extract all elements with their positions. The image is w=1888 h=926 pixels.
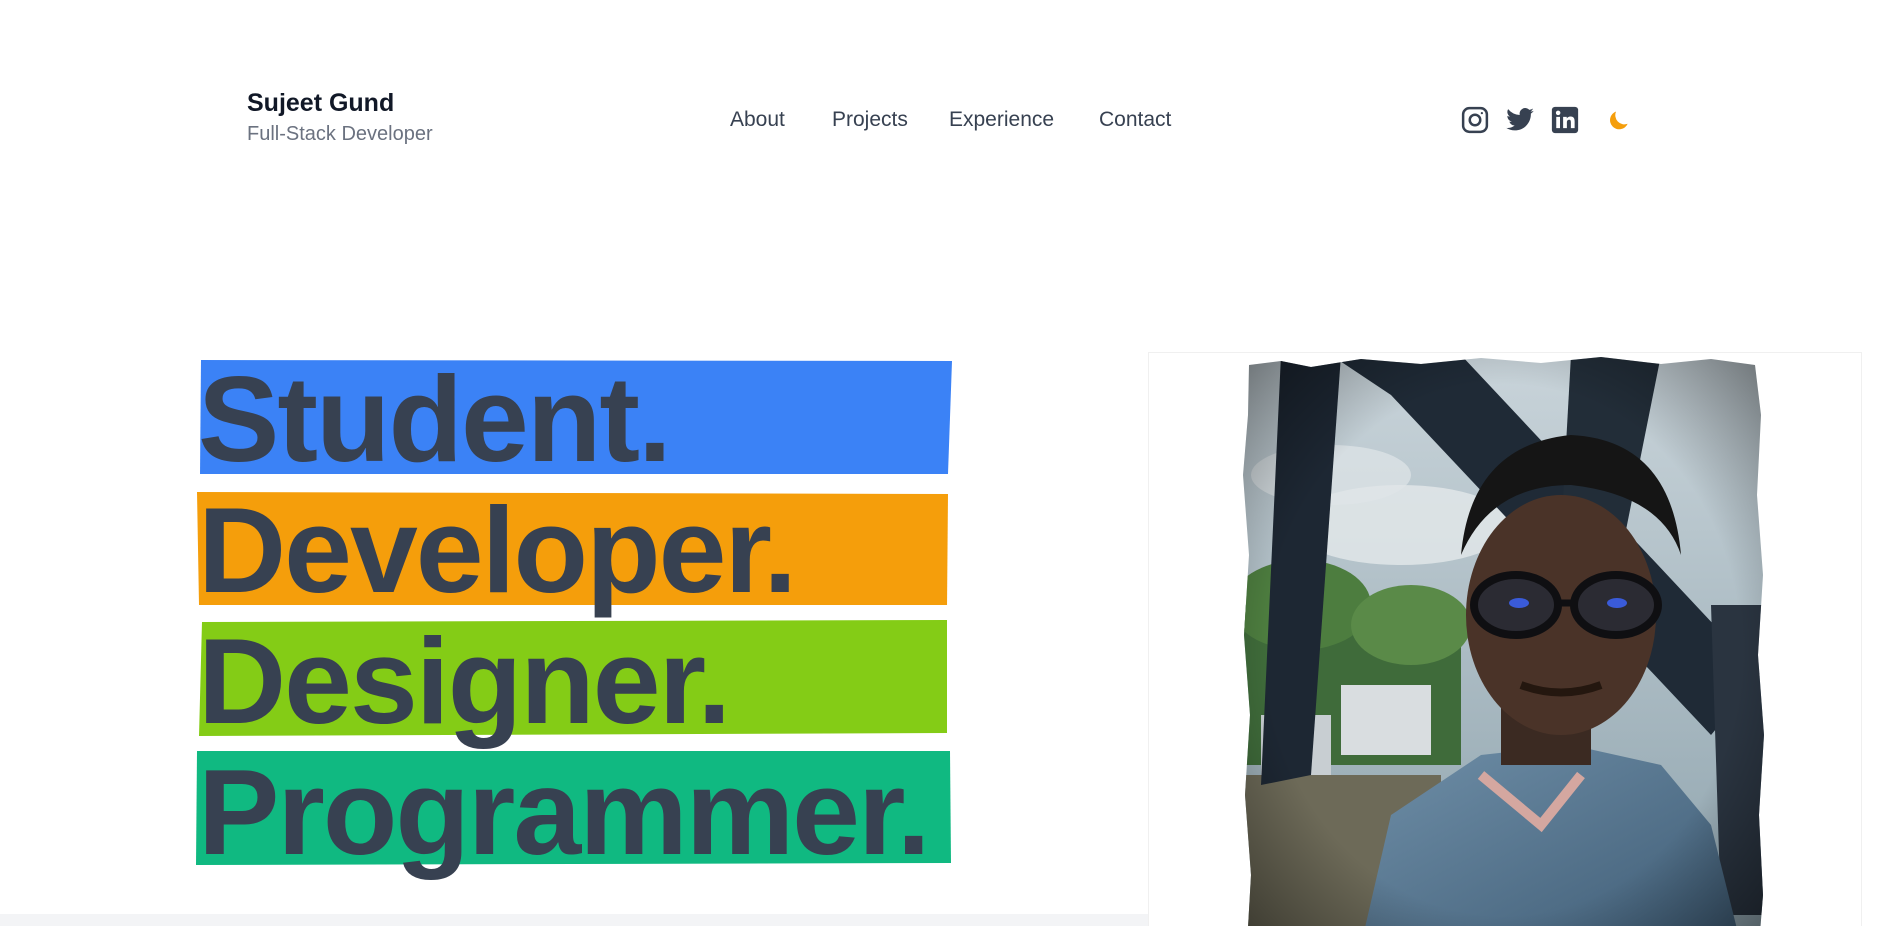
- hero-headline: Student. Developer. Designer. Programmer…: [196, 358, 956, 882]
- twitter-icon[interactable]: [1505, 105, 1535, 135]
- hero-word-programmer: Programmer.: [198, 744, 931, 880]
- hero-word-developer: Developer.: [198, 482, 797, 618]
- moon-icon[interactable]: [1606, 107, 1632, 133]
- hero-row-student: Student.: [196, 358, 956, 489]
- portfolio-page: Sujeet Gund Full-Stack Developer About P…: [0, 0, 1888, 926]
- page-footer-edge: [0, 914, 1148, 926]
- nav-link-about[interactable]: About: [730, 106, 785, 134]
- hero-word-student: Student.: [198, 351, 672, 487]
- instagram-icon[interactable]: [1460, 105, 1490, 135]
- hero-row-designer: Designer.: [196, 620, 956, 751]
- hero-row-programmer: Programmer.: [196, 751, 956, 882]
- hero-row-developer: Developer.: [196, 489, 956, 620]
- profile-photo-card: [1148, 352, 1862, 926]
- hero-word-designer: Designer.: [198, 613, 731, 749]
- nav-link-experience[interactable]: Experience: [949, 106, 1054, 134]
- nav-link-contact[interactable]: Contact: [1099, 106, 1171, 134]
- linkedin-icon[interactable]: [1550, 105, 1580, 135]
- nav-link-projects[interactable]: Projects: [832, 106, 908, 134]
- main-nav: About Projects Experience Contact: [0, 106, 1888, 134]
- profile-photo: [1241, 355, 1767, 926]
